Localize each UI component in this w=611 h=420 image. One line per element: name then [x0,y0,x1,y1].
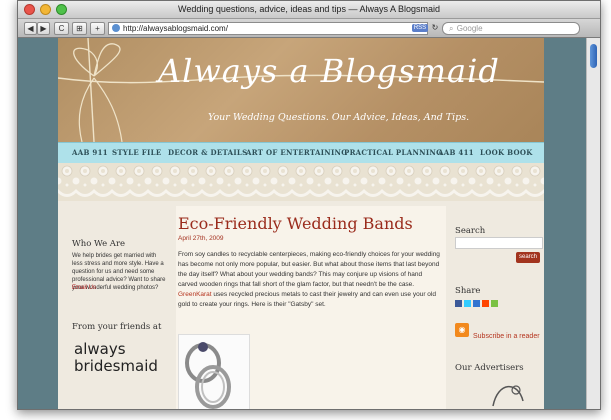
post-body: From soy candles to recyclable centerpie… [178,250,440,310]
twitter-icon[interactable] [464,300,471,307]
sidebar-search-button[interactable]: search [516,252,540,263]
scrollbar-thumb[interactable] [590,44,597,68]
who-we-are-heading: Who We Are [72,239,126,249]
post-title[interactable]: Eco-Friendly Wedding Bands [178,214,413,233]
reload-button[interactable]: C [54,22,69,35]
vertical-scrollbar[interactable] [586,38,600,409]
back-button[interactable]: ◀ [24,22,37,35]
stumbleupon-icon[interactable] [491,300,498,307]
ring-photo [178,334,250,409]
rss-icon[interactable]: ◉ [455,323,469,337]
url-text: http://alwaysablogsmaid.com/ [123,24,228,33]
nav-item-practical-planning[interactable]: PRACTICAL PLANNING [344,148,442,157]
lace-pattern [58,163,544,201]
lace-border [58,163,544,201]
nav-item-aab-911[interactable]: AAB 911 [72,148,108,157]
globe-icon [112,24,120,32]
always-bridesmaid-logo[interactable]: always bridesmaid [74,341,166,375]
main-nav: AAB 911 STYLE FILE DECOR & DETAILS ART O… [58,142,544,164]
advertiser-ornament[interactable] [488,376,528,409]
post-body-text-1: From soy candles to recyclable centerpie… [178,251,440,288]
greenkarat-link[interactable]: GreenKarat [178,291,212,298]
sidebar-search-input[interactable] [455,237,543,249]
bookmark-button[interactable]: ⊞ [72,22,87,35]
advertisers-heading: Our Advertisers [455,363,524,373]
site-header: Always a Blogsmaid Your Wedding Question… [58,38,544,142]
share-heading: Share [455,286,481,296]
nav-item-style-file[interactable]: STYLE FILE [112,148,161,157]
nav-item-aab-411[interactable]: AAB 411 [438,148,474,157]
forward-button[interactable]: ▶ [37,22,50,35]
search-icon: ⌕ [449,24,454,33]
post-body-text-2: uses recycled precious metals to cast th… [178,291,436,308]
add-bookmark-button[interactable]: + [90,22,105,35]
site-logo[interactable]: Always a Blogsmaid [158,52,500,90]
rss-badge[interactable]: RSS [412,24,428,32]
ring-image [185,342,231,409]
page-viewport: Always a Blogsmaid Your Wedding Question… [18,38,586,409]
address-bar[interactable]: http://alwaysablogsmaid.com/ [108,22,428,35]
subscribe-link[interactable]: Subscribe in a reader [473,333,540,340]
share-icons [455,300,498,307]
digg-icon[interactable] [482,300,489,307]
nav-item-decor-details[interactable]: DECOR & DETAILS [168,148,248,157]
browser-toolbar: ◀ ▶ C ⊞ + http://alwaysablogsmaid.com/ R… [18,19,600,38]
search-heading: Search [455,226,486,236]
nav-item-art-of-entertaining[interactable]: ART OF ENTERTAINING [246,148,348,157]
brand-line-1: always [74,340,126,358]
search-field[interactable]: ⌕ Google [442,22,580,35]
search-placeholder: Google [456,24,483,33]
site-tagline: Your Wedding Questions. Our Advice, Idea… [208,112,470,123]
title-bar: Wedding questions, advice, ideas and tip… [18,1,600,19]
friends-heading: From your friends at [72,322,162,332]
delicious-icon[interactable] [473,300,480,307]
email-us-link[interactable]: Email Us [72,285,96,291]
post-date: April 27th, 2009 [178,235,224,242]
nav-item-look-book[interactable]: LOOK BOOK [480,148,533,157]
browser-window: Wedding questions, advice, ideas and tip… [17,0,601,410]
window-title: Wedding questions, advice, ideas and tip… [178,4,440,14]
facebook-icon[interactable] [455,300,462,307]
brand-line-2: bridesmaid [74,357,158,375]
refresh-icon[interactable]: ↻ [430,22,440,33]
